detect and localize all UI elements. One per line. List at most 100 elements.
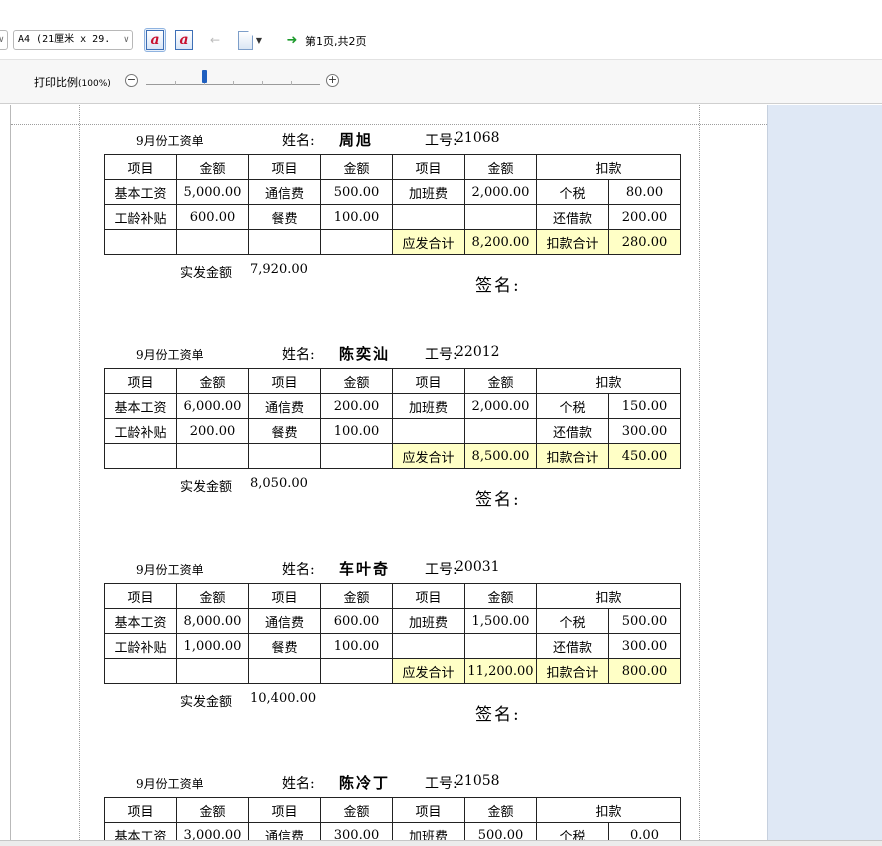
id-label: 工号: <box>425 133 458 149</box>
right-side-panel <box>767 105 882 846</box>
header-cell: 金额 <box>320 583 393 609</box>
page-setup-button[interactable]: ▼ <box>232 28 268 52</box>
net-pay-label: 实发金额 <box>180 695 233 710</box>
table-row: 工龄补贴 600.00 餐费 100.00 还借款 200.00 <box>104 204 682 230</box>
header-cell: 项目 <box>248 797 321 823</box>
month-title: 9月份工资单 <box>136 777 204 791</box>
header-cell: 扣款 <box>535 154 682 180</box>
name-label: 姓名: <box>282 562 315 578</box>
employee-name: 车叶奇 <box>339 560 391 578</box>
value-cell: 200.00 <box>607 204 682 230</box>
payslip: 9月份工资单 姓名: 周旭 工号: 21068 项目 金额 项目 金额 项目 金… <box>104 128 682 322</box>
label-cell: 个税 <box>536 179 609 205</box>
value-cell: 1,000.00 <box>176 633 249 659</box>
label-cell: 餐费 <box>248 418 321 444</box>
page-indicator: 第1页,共2页 <box>305 35 367 48</box>
prev-page-button[interactable]: ← <box>204 28 226 52</box>
label-cell: 餐费 <box>248 204 321 230</box>
value-cell: 8,000.00 <box>176 608 249 634</box>
caret-down-icon: ▼ <box>255 35 263 45</box>
empty-cell <box>248 658 321 684</box>
zoom-label: 打印比例(100%) <box>34 74 111 90</box>
zoom-slider-thumb[interactable] <box>202 70 207 83</box>
id-label: 工号: <box>425 347 458 363</box>
employee-id: 21068 <box>455 130 500 146</box>
label-cell: 加班费 <box>392 179 465 205</box>
payslip-table: 项目 金额 项目 金额 项目 金额 扣款 基本工资 6,000.00 通信费 2… <box>104 368 682 469</box>
value-cell: 150.00 <box>607 393 682 419</box>
payslip-header: 9月份工资单 姓名: 陈奕汕 工号: 22012 <box>104 342 680 368</box>
label-cell: 加班费 <box>392 608 465 634</box>
payslip: 9月份工资单 姓名: 陈冷丁 工号: 21058 项目 金额 项目 金额 项目 … <box>104 771 682 846</box>
header-cell: 金额 <box>176 583 249 609</box>
header-cell: 扣款 <box>535 583 682 609</box>
header-cell: 项目 <box>392 583 465 609</box>
table-row: 基本工资 8,000.00 通信费 600.00 加班费 1,500.00 个税… <box>104 608 682 634</box>
print-preview-area[interactable]: 9月份工资单 姓名: 周旭 工号: 21068 项目 金额 项目 金额 项目 金… <box>0 105 882 846</box>
employee-name: 陈奕汕 <box>339 345 391 363</box>
empty-cell <box>320 229 393 255</box>
signature-label: 签名: <box>475 276 521 296</box>
zoom-slider[interactable] <box>146 75 320 85</box>
header-cell: 项目 <box>104 368 177 394</box>
empty-cell <box>176 229 249 255</box>
chevron-down-icon: ∨ <box>0 35 4 45</box>
table-row: 基本工资 6,000.00 通信费 200.00 加班费 2,000.00 个税… <box>104 393 682 419</box>
landscape-icon: a <box>175 30 193 50</box>
table-row: 应发合计 11,200.00 扣款合计 800.00 <box>104 658 682 684</box>
label-cell: 基本工资 <box>104 179 177 205</box>
header-cell: 金额 <box>320 154 393 180</box>
gross-total-label: 应发合计 <box>392 658 465 684</box>
value-cell: 1,500.00 <box>464 608 537 634</box>
header-cell: 金额 <box>176 368 249 394</box>
name-label: 姓名: <box>282 347 315 363</box>
zoom-in-button[interactable]: + <box>326 74 339 87</box>
signature-label: 签名: <box>475 705 521 725</box>
gross-total-label: 应发合计 <box>392 229 465 255</box>
value-cell: 100.00 <box>320 204 393 230</box>
zoom-bar: 打印比例(100%) − + <box>0 60 882 104</box>
empty-cell <box>464 418 537 444</box>
minus-icon: − <box>126 73 137 86</box>
horizontal-scrollbar[interactable] <box>0 840 882 846</box>
employee-name: 陈冷丁 <box>339 774 391 792</box>
label-cell: 个税 <box>536 608 609 634</box>
header-cell: 金额 <box>464 154 537 180</box>
empty-cell <box>392 418 465 444</box>
label-cell: 餐费 <box>248 633 321 659</box>
value-cell: 500.00 <box>607 608 682 634</box>
header-cell: 项目 <box>248 583 321 609</box>
zoom-out-button[interactable]: − <box>125 74 138 87</box>
top-margin-guide <box>11 124 767 125</box>
slider-tick <box>291 81 292 85</box>
header-cell: 扣款 <box>535 368 682 394</box>
left-margin-guide <box>79 105 80 840</box>
header-cell: 项目 <box>392 154 465 180</box>
payslip-footer: 实发金额 7,920.00 签名: <box>104 255 680 322</box>
label-cell: 个税 <box>536 393 609 419</box>
document-icon <box>237 30 253 50</box>
empty-cell <box>104 229 177 255</box>
next-page-button[interactable]: ➜ <box>281 28 303 52</box>
header-cell: 项目 <box>104 583 177 609</box>
header-cell: 金额 <box>464 797 537 823</box>
value-cell: 300.00 <box>607 633 682 659</box>
month-title: 9月份工资单 <box>136 348 204 362</box>
paper-size-dropdown[interactable]: A4 (21厘米 x 29. ∨ <box>13 30 133 50</box>
label-cell: 通信费 <box>248 179 321 205</box>
header-cell: 项目 <box>248 154 321 180</box>
left-dropdown[interactable]: ∨ <box>0 30 8 50</box>
landscape-button[interactable]: a <box>173 28 195 52</box>
deduction-total-value: 450.00 <box>607 443 682 469</box>
table-row: 应发合计 8,200.00 扣款合计 280.00 <box>104 229 682 255</box>
portrait-button[interactable]: a <box>144 28 166 52</box>
label-cell: 基本工资 <box>104 608 177 634</box>
table-header-row: 项目 金额 项目 金额 项目 金额 扣款 <box>104 583 682 609</box>
header-cell: 金额 <box>320 368 393 394</box>
label-cell: 工龄补贴 <box>104 633 177 659</box>
header-cell: 扣款 <box>535 797 682 823</box>
table-header-row: 项目 金额 项目 金额 项目 金额 扣款 <box>104 154 682 180</box>
gross-total-value: 11,200.00 <box>464 658 537 684</box>
label-cell: 还借款 <box>536 204 609 230</box>
value-cell: 100.00 <box>320 633 393 659</box>
